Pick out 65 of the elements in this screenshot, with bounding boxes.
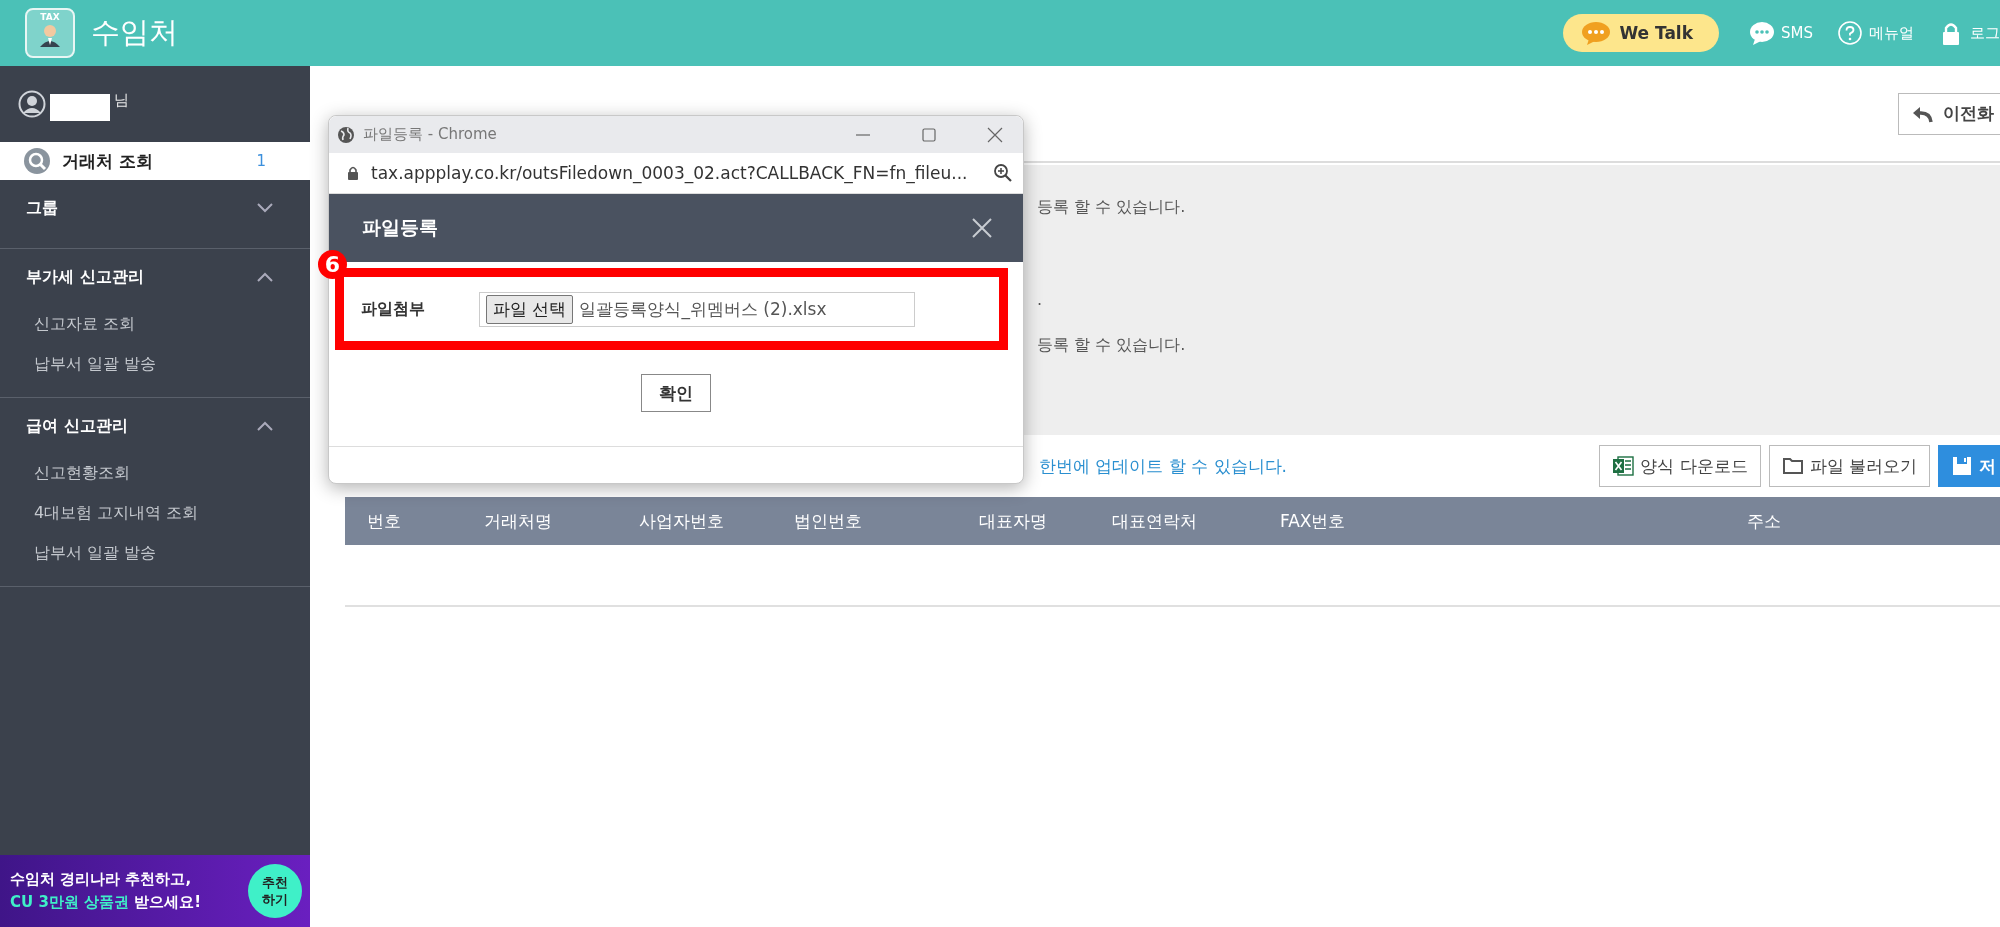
lock-icon: [347, 165, 359, 181]
window-title: 파일등록 - Chrome: [363, 125, 497, 144]
chevron-up-icon: [256, 271, 274, 283]
item-count: 1: [256, 152, 266, 170]
group-header[interactable]: 급여 신고관리: [0, 398, 310, 454]
help-icon: [1837, 21, 1863, 45]
group-label: 부가세 신고관리: [26, 266, 144, 288]
person-icon: [37, 23, 63, 47]
back-arrow-icon: [1911, 104, 1933, 123]
info-text: 등록 할 수 있습니다.: [1037, 197, 1186, 218]
chat-icon: [1581, 21, 1612, 45]
column-header: 사업자번호: [639, 509, 725, 533]
column-header: 주소: [1747, 509, 1782, 533]
save-icon: [1951, 455, 1973, 477]
zoom-icon: [993, 163, 1013, 183]
app-title: 수임처: [91, 14, 178, 51]
sidebar-link[interactable]: 신고자료 조회: [0, 305, 310, 345]
field-label: 파일첨부: [361, 298, 426, 320]
sidebar-link[interactable]: 신고현황조회: [0, 454, 310, 494]
promo-text: 수임처 경리나라 추천하고,: [10, 869, 193, 890]
maximize-icon[interactable]: [921, 126, 937, 143]
group-label: 급여 신고관리: [26, 415, 128, 437]
sidebar-link[interactable]: 납부서 일괄 발송: [0, 534, 310, 574]
column-header: 대표연락처: [1112, 509, 1198, 533]
group-header[interactable]: 부가세 신고관리: [0, 249, 310, 305]
sidebar-link[interactable]: 납부서 일괄 발송: [0, 345, 310, 385]
chevron-up-icon: [256, 420, 274, 432]
back-button[interactable]: 이전화: [1898, 92, 2000, 135]
chat-icon: [1749, 21, 1775, 45]
group-label: 그룹: [26, 197, 58, 219]
column-header: 대표자명: [979, 509, 1048, 533]
globe-icon: [337, 125, 355, 144]
confirm-button[interactable]: 확인: [641, 374, 711, 412]
file-name: 일괄등록양식_위멤버스 (2).xlsx: [579, 297, 827, 321]
promo-banner[interactable]: 수임처 경리나라 추천하고, CU 3만원 상품권 받으세요! 추천 하기: [0, 855, 310, 927]
step-badge: 6: [318, 250, 347, 279]
choose-file-button[interactable]: 파일 선택: [486, 294, 574, 324]
column-header: FAX번호: [1280, 509, 1347, 533]
chevron-down-icon: [256, 202, 274, 214]
folder-icon: [1781, 455, 1804, 477]
url-text: tax.appplay.co.kr/outsFiledown_0003_02.act?CALLBACK_FN=fn_fileu...: [371, 163, 969, 183]
redaction-box: [50, 93, 110, 121]
excel-icon: [1612, 455, 1635, 477]
column-header: 번호: [367, 509, 402, 533]
logo-text: TAX: [40, 12, 60, 23]
search-icon: [24, 148, 50, 174]
recommend-button[interactable]: 추천 하기: [248, 864, 302, 918]
sidebar-item[interactable]: 거래처 조회 1: [0, 142, 310, 180]
dialog-title: 파일등록: [362, 215, 438, 240]
we-talk-button[interactable]: We Talk: [1563, 14, 1719, 52]
toolbar-button[interactable]: 파일 불러오기: [1768, 445, 1930, 487]
sidebar-link[interactable]: 4대보험 고지내역 조회: [0, 494, 310, 534]
item-label: 거래처 조회: [62, 149, 153, 173]
column-header: 거래처명: [484, 509, 553, 533]
user-avatar-icon: [18, 90, 46, 118]
info-text: 등록 할 수 있습니다.: [1037, 335, 1186, 356]
column-header: 법인번호: [794, 509, 863, 533]
promo-text: CU 3만원 상품권 받으세요!: [10, 892, 203, 913]
close-icon[interactable]: [987, 126, 1003, 143]
toolbar-button[interactable]: 양식 다운로드: [1599, 445, 1761, 487]
user-suffix: 님: [114, 90, 129, 110]
info-text: .: [1037, 290, 1043, 309]
group-header[interactable]: 그룹: [0, 180, 310, 236]
info-link[interactable]: 한번에 업데이트 할 수 있습니다.: [1039, 454, 1288, 478]
file-input[interactable]: 파일 선택 일괄등록양식_위멤버스 (2).xlsx: [479, 291, 915, 327]
